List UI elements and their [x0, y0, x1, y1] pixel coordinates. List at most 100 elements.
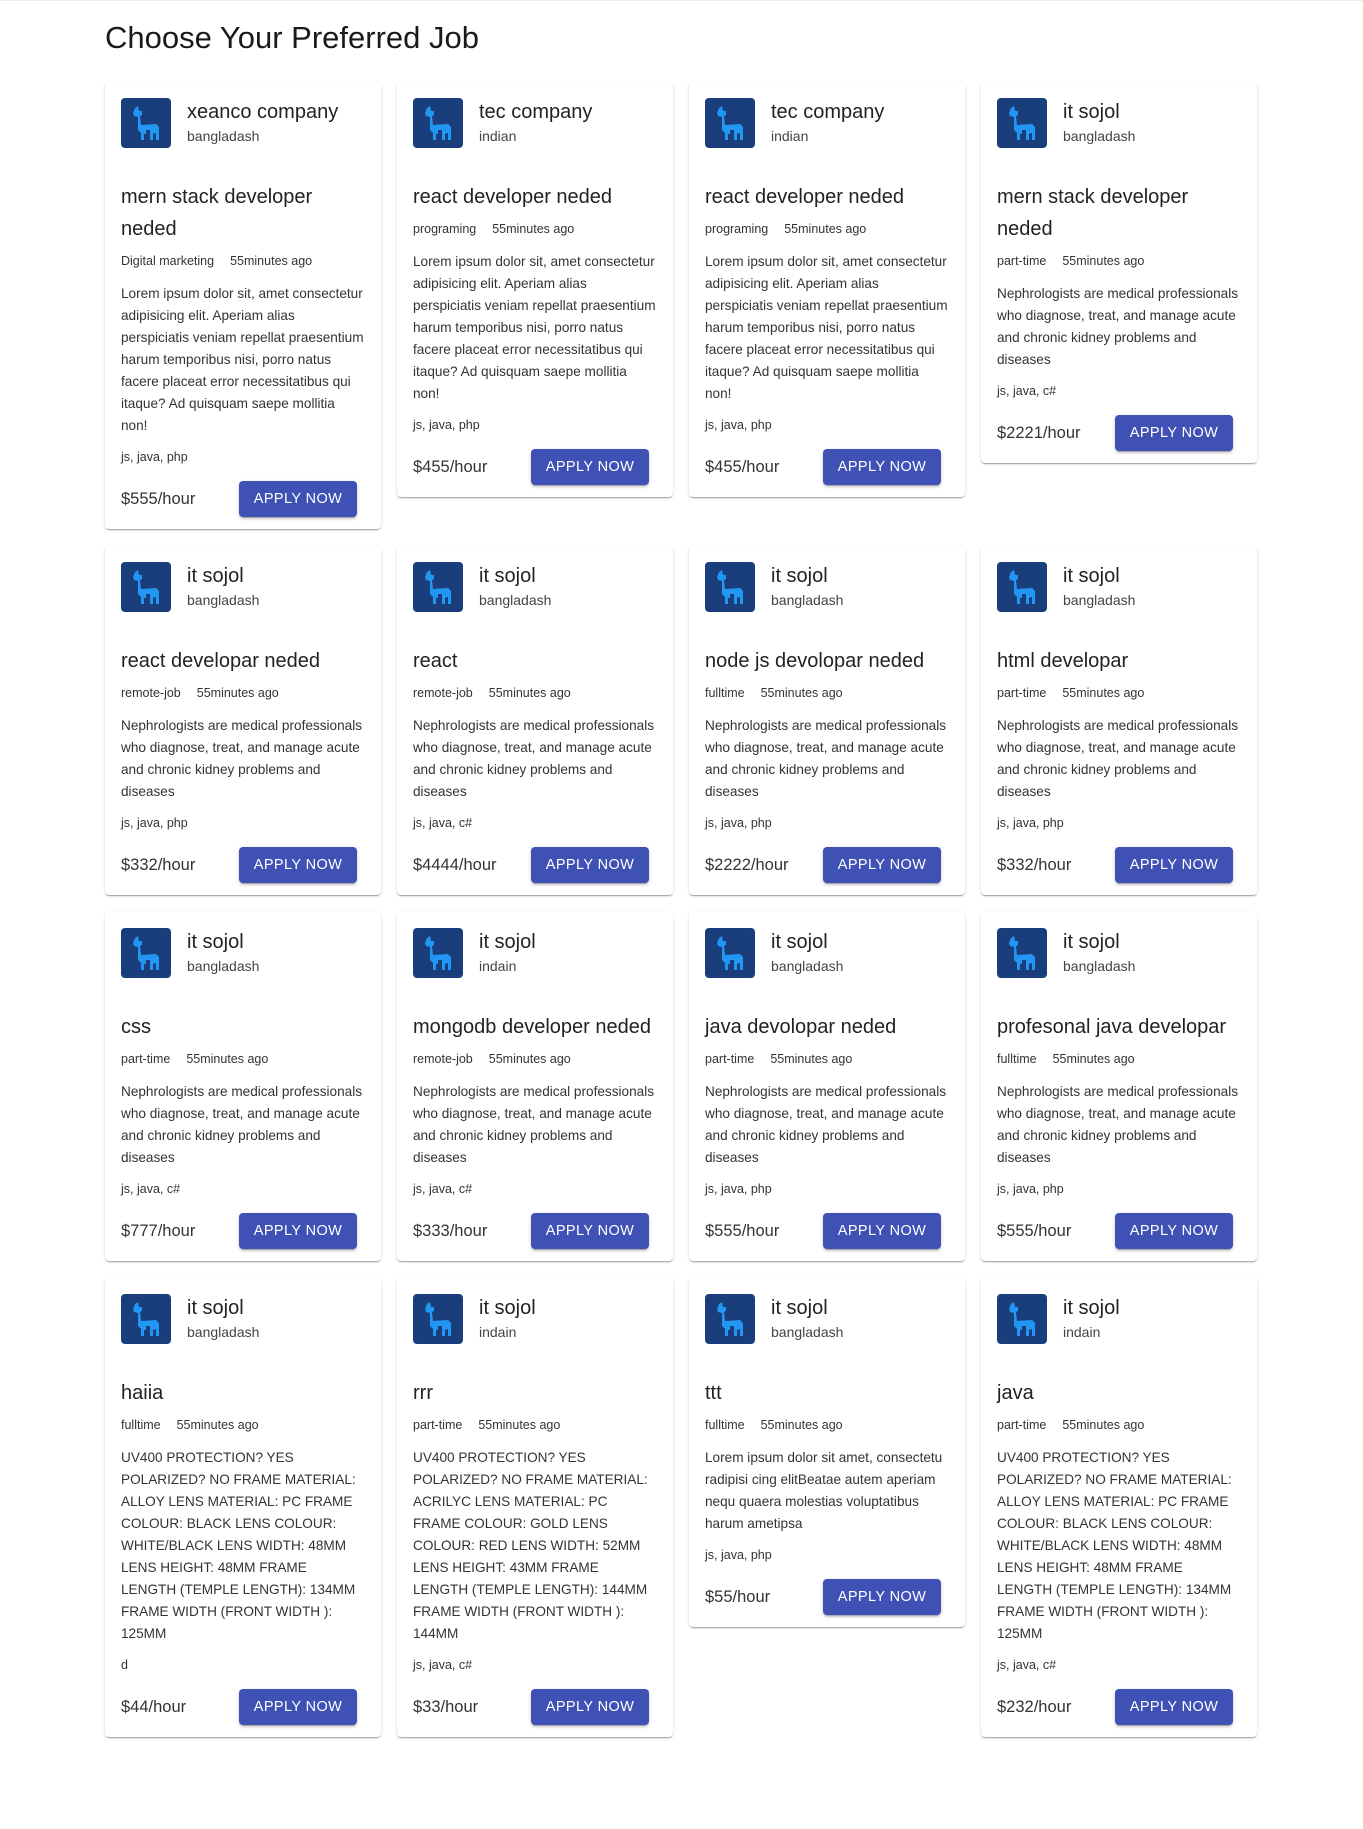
- company-location: bangladash: [479, 592, 552, 608]
- apply-now-button[interactable]: APPLY NOW: [531, 1213, 649, 1249]
- apply-now-button[interactable]: APPLY NOW: [823, 449, 941, 485]
- apply-now-button[interactable]: APPLY NOW: [239, 847, 357, 883]
- company-location: bangladash: [187, 128, 260, 144]
- posted-time: 55minutes ago: [478, 1418, 561, 1432]
- apply-now-button[interactable]: APPLY NOW: [1115, 415, 1233, 451]
- job-price: $4444/hour: [413, 855, 497, 874]
- card-footer: $4444/hour APPLY NOW: [413, 847, 657, 883]
- job-card: xeanco company bangladash mern stack dev…: [105, 82, 381, 529]
- job-card: it sojol indain java part-time 55minutes…: [981, 1278, 1257, 1737]
- job-skills: js, java, php: [121, 450, 188, 464]
- job-meta: part-time 55minutes ago: [997, 685, 1241, 701]
- apply-now-button[interactable]: APPLY NOW: [239, 481, 357, 517]
- apply-now-button[interactable]: APPLY NOW: [1115, 1213, 1233, 1249]
- posted-time: 55minutes ago: [186, 1052, 269, 1066]
- job-skills: js, java, php: [705, 1548, 772, 1562]
- apply-now-button[interactable]: APPLY NOW: [1115, 847, 1233, 883]
- job-description: Lorem ipsum dolor sit, amet consectetur …: [121, 286, 364, 433]
- job-skills: js, java, c#: [413, 1182, 473, 1196]
- job-category: fulltime: [705, 686, 745, 700]
- llama-icon: [1009, 106, 1035, 140]
- company-logo: [121, 928, 171, 978]
- posted-time: 55minutes ago: [1062, 686, 1145, 700]
- job-description: Nephrologists are medical professionals …: [413, 718, 655, 799]
- job-card: it sojol bangladash mern stack developer…: [981, 82, 1257, 463]
- llama-icon: [717, 106, 743, 140]
- job-description: Nephrologists are medical professionals …: [705, 718, 947, 799]
- company-logo: [413, 928, 463, 978]
- posted-time: 55minutes ago: [1052, 1052, 1135, 1066]
- apply-now-button[interactable]: APPLY NOW: [823, 1213, 941, 1249]
- job-title: mongodb developer neded: [413, 1016, 651, 1038]
- company-location: indian: [771, 128, 809, 144]
- job-price: $555/hour: [705, 1221, 780, 1240]
- apply-now-button[interactable]: APPLY NOW: [823, 847, 941, 883]
- llama-icon: [133, 106, 159, 140]
- company-logo: [413, 562, 463, 612]
- page-title: Choose Your Preferred Job: [105, 20, 479, 55]
- posted-time: 55minutes ago: [488, 1052, 571, 1066]
- job-category: remote-job: [121, 686, 181, 700]
- posted-time: 55minutes ago: [492, 222, 575, 236]
- company-logo: [705, 928, 755, 978]
- card-header: it sojol bangladash: [121, 1294, 365, 1344]
- job-title: mern stack developer neded: [997, 186, 1189, 240]
- llama-icon: [1009, 936, 1035, 970]
- job-card: it sojol bangladash react developar nede…: [105, 546, 381, 895]
- card-header: tec company indian: [705, 98, 949, 148]
- company-location: bangladash: [1063, 592, 1136, 608]
- job-description: Nephrologists are medical professionals …: [997, 1084, 1239, 1165]
- job-price: $55/hour: [705, 1587, 771, 1606]
- company-name: it sojol: [771, 565, 828, 587]
- card-header: it sojol bangladash: [121, 562, 365, 612]
- job-meta: remote-job 55minutes ago: [413, 1051, 657, 1067]
- job-title: css: [121, 1016, 151, 1038]
- apply-now-button[interactable]: APPLY NOW: [531, 1689, 649, 1725]
- job-category: programing: [413, 222, 477, 236]
- job-price: $777/hour: [121, 1221, 196, 1240]
- card-footer: $777/hour APPLY NOW: [121, 1213, 365, 1249]
- job-title: profesonal java developar: [997, 1016, 1227, 1038]
- company-location: bangladash: [771, 958, 844, 974]
- llama-icon: [717, 1302, 743, 1336]
- job-card: it sojol bangladash css part-time 55minu…: [105, 912, 381, 1261]
- job-category: Digital marketing: [121, 254, 215, 268]
- apply-now-button[interactable]: APPLY NOW: [1115, 1689, 1233, 1725]
- apply-now-button[interactable]: APPLY NOW: [239, 1689, 357, 1725]
- job-price: $332/hour: [997, 855, 1072, 874]
- apply-now-button[interactable]: APPLY NOW: [239, 1213, 357, 1249]
- card-footer: $33/hour APPLY NOW: [413, 1689, 657, 1725]
- job-price: $555/hour: [121, 489, 196, 508]
- company-name: it sojol: [1063, 565, 1120, 587]
- card-header: it sojol bangladash: [705, 1294, 949, 1344]
- llama-icon: [133, 936, 159, 970]
- posted-time: 55minutes ago: [488, 686, 571, 700]
- card-header: it sojol indain: [413, 1294, 657, 1344]
- job-title: ttt: [705, 1382, 722, 1404]
- job-meta: fulltime 55minutes ago: [997, 1051, 1241, 1067]
- company-location: bangladash: [1063, 958, 1136, 974]
- job-description: Nephrologists are medical professionals …: [997, 718, 1239, 799]
- posted-time: 55minutes ago: [176, 1418, 259, 1432]
- job-price: $455/hour: [705, 457, 780, 476]
- job-card: it sojol bangladash haiia fulltime 55min…: [105, 1278, 381, 1737]
- company-name: tec company: [479, 101, 593, 123]
- job-category: programing: [705, 222, 769, 236]
- job-meta: fulltime 55minutes ago: [705, 1417, 949, 1433]
- job-price: $232/hour: [997, 1697, 1072, 1716]
- card-header: it sojol bangladash: [997, 928, 1241, 978]
- apply-now-button[interactable]: APPLY NOW: [823, 1579, 941, 1615]
- company-location: indain: [479, 958, 517, 974]
- job-title: react developer neded: [413, 186, 613, 208]
- llama-icon: [425, 106, 451, 140]
- apply-now-button[interactable]: APPLY NOW: [531, 847, 649, 883]
- job-price: $44/hour: [121, 1697, 187, 1716]
- job-meta: programing 55minutes ago: [413, 221, 657, 237]
- llama-icon: [425, 936, 451, 970]
- job-description: Nephrologists are medical professionals …: [997, 286, 1239, 367]
- apply-now-button[interactable]: APPLY NOW: [531, 449, 649, 485]
- job-meta: part-time 55minutes ago: [121, 1051, 365, 1067]
- job-skills: js, java, php: [413, 418, 480, 432]
- job-price: $555/hour: [997, 1221, 1072, 1240]
- job-meta: programing 55minutes ago: [705, 221, 949, 237]
